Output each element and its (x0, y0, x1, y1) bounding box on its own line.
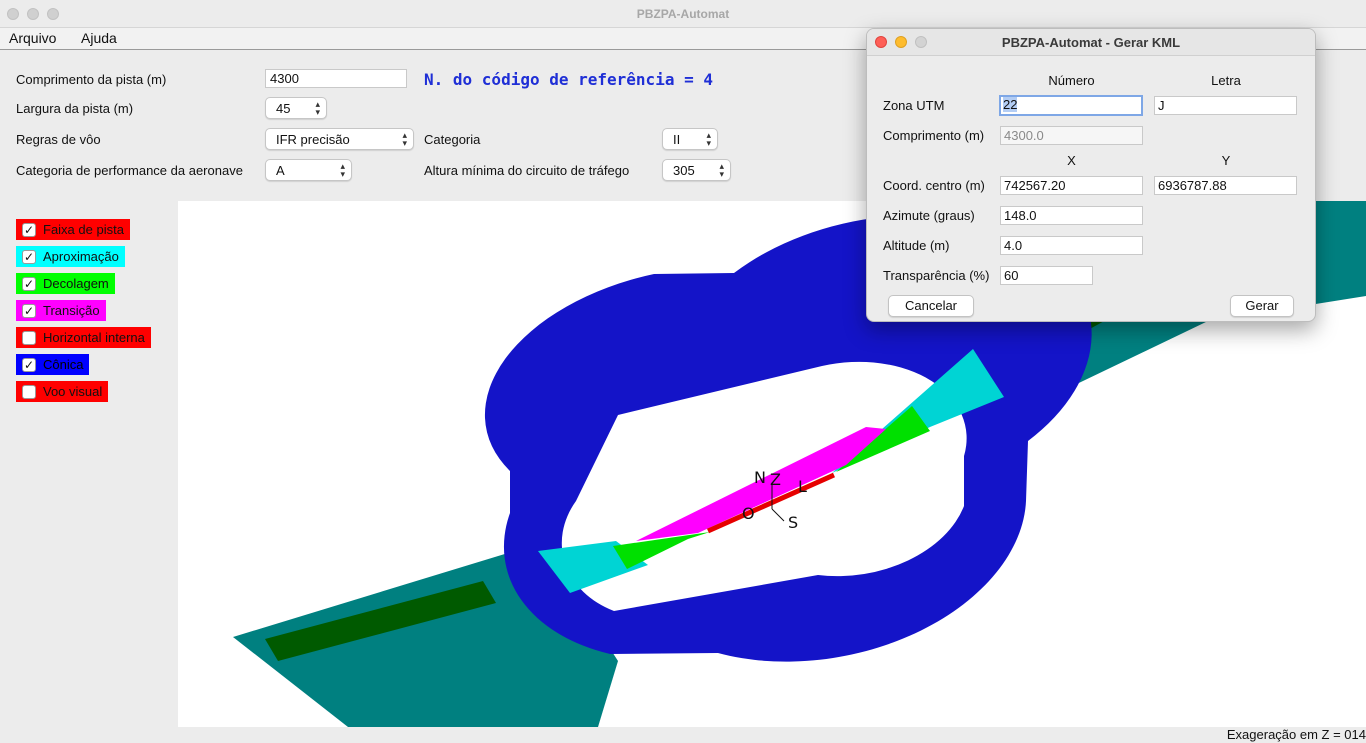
menu-ajuda[interactable]: Ajuda (81, 30, 117, 46)
checkbox-icon[interactable] (22, 384, 36, 399)
chevron-updown-icon: ▴ ▾ (340, 161, 345, 179)
z-exaggeration-status: Exageração em Z = 014 (1226, 727, 1366, 742)
traffic-circuit-height-select[interactable]: 305 ▴ ▾ (662, 159, 731, 181)
layer-label: Voo visual (43, 384, 103, 399)
runway-length-label: Comprimento da pista (m) (16, 72, 167, 87)
center-y-input[interactable]: 6936787.88 (1154, 176, 1297, 195)
menu-arquivo[interactable]: Arquivo (9, 30, 56, 46)
center-coord-label: Coord. centro (m) (883, 178, 985, 193)
layer-label: Faixa de pista (43, 222, 124, 237)
aircraft-performance-value: A (276, 163, 285, 178)
cancel-button[interactable]: Cancelar (888, 295, 974, 317)
transparency-label: Transparência (%) (883, 268, 990, 283)
aircraft-performance-select[interactable]: A ▴ ▾ (265, 159, 352, 181)
altitude-label: Altitude (m) (883, 238, 950, 253)
aircraft-performance-label: Categoria de performance da aeronave (16, 163, 243, 178)
checkbox-icon[interactable]: ✓ (22, 357, 36, 372)
runway-width-select[interactable]: 45 ▴ ▾ (265, 97, 327, 119)
utm-zone-letter-input[interactable]: J (1154, 96, 1297, 115)
length-label: Comprimento (m) (883, 128, 985, 143)
category-label: Categoria (424, 132, 481, 147)
column-header-x: X (1067, 153, 1076, 168)
traffic-circuit-height-value: 305 (673, 163, 695, 178)
layer-label: Decolagem (43, 276, 109, 291)
layer-toggle-horizontal-interna[interactable]: Horizontal interna (16, 327, 151, 348)
compass-n-label: N (754, 468, 766, 487)
azimuth-label: Azimute (graus) (883, 208, 975, 223)
utm-zone-label: Zona UTM (883, 98, 945, 113)
checkbox-icon[interactable]: ✓ (22, 222, 36, 237)
layer-label: Aproximação (43, 249, 119, 264)
layer-toggle-voo-visual[interactable]: Voo visual (16, 381, 109, 402)
category-select[interactable]: II ▴ ▾ (662, 128, 718, 150)
compass-o-label: O (742, 504, 755, 523)
azimuth-input[interactable]: 148.0 (1000, 206, 1143, 225)
chevron-updown-icon: ▴ ▾ (315, 99, 320, 117)
layer-toggle-faixa-de-pista[interactable]: ✓ Faixa de pista (16, 219, 130, 240)
reference-code-text: N. do código de referência = 4 (424, 70, 713, 89)
altitude-input[interactable]: 4.0 (1000, 236, 1143, 255)
runway-length-input[interactable]: 4300 (265, 69, 407, 88)
center-x-input[interactable]: 742567.20 (1000, 176, 1143, 195)
dialog-titlebar: PBZPA-Automat - Gerar KML (867, 29, 1315, 56)
layer-label: Transição (43, 303, 100, 318)
layer-toggle-transicao[interactable]: ✓ Transição (16, 300, 106, 321)
layer-toggle-conica[interactable]: ✓ Cônica (16, 354, 90, 375)
checkbox-icon[interactable]: ✓ (22, 249, 36, 264)
runway-width-label: Largura da pista (m) (16, 101, 134, 116)
main-titlebar: PBZPA-Automat (0, 0, 1366, 28)
generate-kml-dialog: PBZPA-Automat - Gerar KML Número Letra Z… (866, 28, 1316, 322)
checkbox-icon[interactable]: ✓ (22, 303, 36, 318)
compass-s-label: S (788, 513, 798, 532)
dialog-title: PBZPA-Automat - Gerar KML (1001, 35, 1181, 50)
window-title: PBZPA-Automat (636, 7, 730, 21)
utm-zone-number-value: 22 (1003, 97, 1018, 112)
column-header-numero: Número (1048, 73, 1095, 88)
compass-z-label: Z (770, 470, 781, 489)
runway-width-value: 45 (276, 101, 291, 116)
traffic-circuit-height-label: Altura mínima do circuito de tráfego (424, 163, 630, 178)
flight-rules-label: Regras de vôo (16, 132, 101, 147)
column-header-letra: Letra (1211, 73, 1241, 88)
column-header-y: Y (1221, 153, 1231, 168)
layer-toggle-aproximacao[interactable]: ✓ Aproximação (16, 246, 125, 267)
chevron-updown-icon: ▴ ▾ (719, 161, 724, 179)
checkbox-icon[interactable] (22, 330, 36, 345)
transparency-input[interactable]: 60 (1000, 266, 1093, 285)
compass-south-line (771, 508, 785, 522)
category-value: II (673, 132, 681, 147)
utm-zone-number-input[interactable]: 22 (999, 95, 1143, 116)
chevron-updown-icon: ▴ ▾ (706, 130, 711, 148)
flight-rules-select[interactable]: IFR precisão ▴ ▾ (265, 128, 414, 150)
layer-label: Cônica (43, 357, 84, 372)
checkbox-icon[interactable]: ✓ (22, 276, 36, 291)
layer-label: Horizontal interna (43, 330, 145, 345)
length-input: 4300.0 (1000, 126, 1143, 145)
layer-toggle-decolagem[interactable]: ✓ Decolagem (16, 273, 115, 294)
flight-rules-value: IFR precisão (276, 132, 350, 147)
chevron-updown-icon: ▴ ▾ (402, 130, 407, 148)
compass-l-label: L (798, 477, 807, 496)
generate-button[interactable]: Gerar (1230, 295, 1294, 317)
